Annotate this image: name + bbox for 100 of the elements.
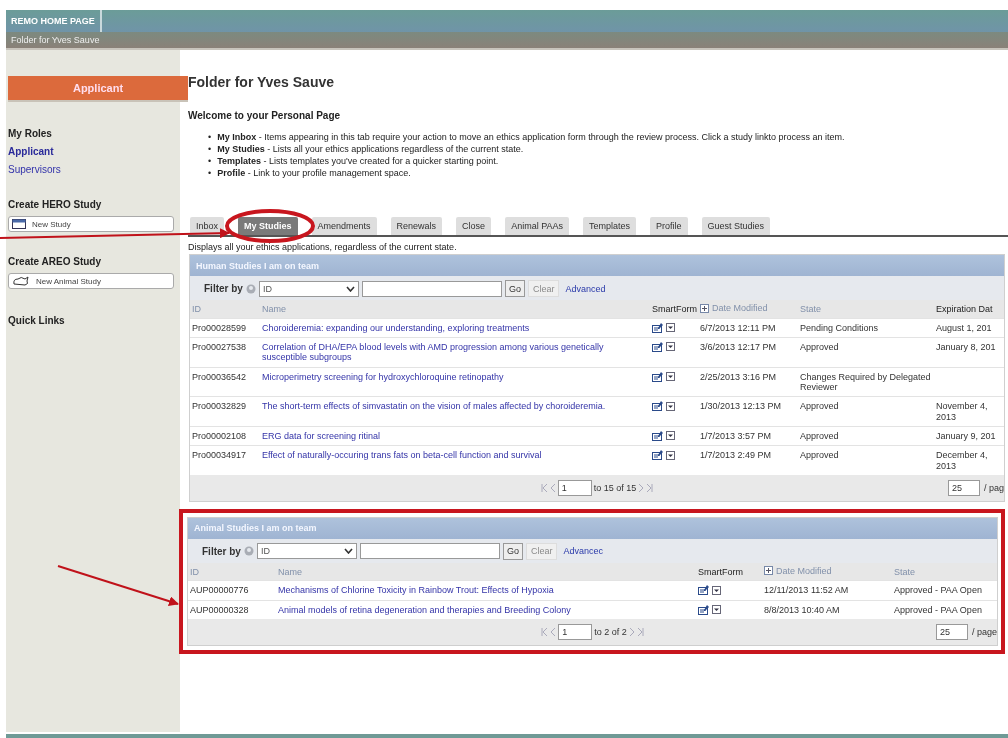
page-size-label: / pag	[983, 482, 1004, 493]
dropdown-icon	[666, 401, 675, 411]
filter-input[interactable]	[361, 280, 502, 297]
new-study-button[interactable]: New Animal Study	[8, 273, 174, 289]
tab[interactable]: Profile	[650, 217, 688, 235]
help-icon	[243, 546, 254, 557]
tab[interactable]: Templates	[583, 217, 636, 235]
sort-icon	[764, 566, 773, 576]
expiration-date: January 8, 201	[936, 341, 996, 352]
study-id: Pro00027538	[192, 341, 247, 352]
chevron-icon	[343, 548, 353, 555]
page-size-field[interactable]: 25	[947, 479, 980, 496]
advanced-link[interactable]: Advancec	[563, 546, 603, 557]
study-link[interactable]: ERG data for screening ritinal	[262, 430, 648, 442]
date-modified: 1/30/2013 12:13 PM	[700, 401, 782, 412]
column-header: Expiration Dat	[936, 303, 993, 314]
study-state: Pending Conditions	[800, 322, 879, 333]
help-text: My Studies - Lists all your ethics applications regardless of the current state.	[217, 143, 524, 155]
study-state: Approved - PAA Open	[894, 604, 982, 615]
first-page-icon	[540, 483, 548, 492]
filter-input[interactable]	[359, 543, 500, 560]
edit-form-icon	[652, 401, 664, 412]
filter-field-select[interactable]: ID	[258, 280, 359, 297]
bullet-mark: •	[208, 155, 212, 167]
advanced-link[interactable]: Advanced	[565, 283, 606, 294]
page-number-field[interactable]: 1	[557, 479, 592, 496]
edit-form-icon	[698, 604, 710, 615]
page-size-field[interactable]: 25	[935, 624, 968, 641]
edit-form-icon	[652, 341, 664, 352]
animal-icon	[12, 275, 30, 287]
study-id: AUP00000328	[190, 604, 249, 615]
study-state: Approved	[800, 401, 839, 412]
dropdown-icon	[712, 585, 721, 595]
study-link[interactable]: Effect of naturally-occuring trans fats on beta-cell function and survival	[262, 450, 648, 461]
tab[interactable]: Renewals	[390, 217, 443, 235]
filter-field-select[interactable]: ID	[256, 543, 357, 560]
study-id: Pro00036542	[192, 371, 247, 382]
tab[interactable]: Amendments	[311, 217, 377, 235]
date-modified: 1/7/2013 2:49 PM	[700, 450, 772, 461]
folder-title-bar: Folder for Yves Sauve	[6, 32, 1008, 50]
go-button[interactable]: Go	[504, 280, 525, 297]
expiration-date: December 4, 2013	[936, 450, 988, 471]
page-title: Folder for Yves Sauve	[188, 74, 335, 90]
column-header: SmartForm	[652, 303, 697, 314]
date-modified: 6/7/2013 12:11 PM	[700, 322, 776, 333]
page-range: to 2 of 2	[594, 627, 627, 638]
edit-form-icon	[652, 450, 664, 461]
previous-page-icon	[550, 628, 557, 637]
dropdown-icon	[666, 323, 675, 332]
study-link[interactable]: Microperimetry screening for hydroxychloroquine retinopathy	[262, 371, 648, 382]
edit-form-icon	[698, 585, 710, 596]
date-modified: 1/7/2013 3:57 PM	[700, 430, 772, 441]
section-heading: Quick Links	[8, 315, 66, 326]
tab[interactable]: Guest Studies	[701, 217, 771, 235]
study-id: Pro00002108	[192, 430, 247, 441]
page-number-field[interactable]: 1	[558, 624, 593, 641]
help-text: My Inbox - Items appearing in this tab require your action to move an ethics application form through the review process. Click a study linkto process an item.	[217, 131, 845, 143]
help-icon	[245, 283, 256, 294]
study-state: Approved	[800, 341, 839, 352]
date-modified: 2/25/2013 3:16 PM	[700, 371, 777, 382]
section-heading: My Roles	[8, 128, 53, 139]
study-link[interactable]: Animal models of retina degeneration and therapies and Breeding Colony	[278, 604, 694, 616]
page-size-label: / page	[971, 627, 997, 638]
study-link[interactable]: Choroideremia: expanding our understanding, exploring treatments	[262, 322, 648, 333]
sort-icon	[700, 303, 709, 313]
edit-form-icon	[652, 430, 664, 441]
date-modified: 3/6/2013 12:17 PM	[700, 341, 777, 352]
tab[interactable]: Animal PAAs	[505, 217, 569, 235]
help-text: Profile - Link to your profile management space.	[217, 167, 411, 179]
role-link[interactable]: Applicant	[8, 146, 54, 157]
new-study-button[interactable]: New Study	[8, 216, 174, 232]
study-id: Pro00032829	[192, 401, 247, 412]
tab[interactable]: My Studies	[238, 217, 298, 235]
bullet-mark: •	[208, 143, 212, 155]
study-link[interactable]: Correlation of DHA/EPA blood levels with AMD progression among various genetically susceptible subgroups	[262, 341, 648, 363]
filter-label: Filter by	[202, 545, 241, 557]
chevron-icon	[345, 285, 355, 292]
bullet-mark: •	[208, 167, 212, 179]
study-link[interactable]: The short-term effects of simvastatin on the vision of males affected by choroideremia.	[262, 401, 648, 412]
tab[interactable]: Close	[456, 217, 492, 235]
date-modified: 8/8/2013 10:40 AM	[764, 604, 840, 615]
next-page-icon	[638, 483, 645, 492]
welcome-heading: Welcome to your Personal Page	[188, 110, 341, 121]
study-state: Approved	[800, 450, 839, 461]
column-header: SmartForm	[698, 566, 743, 577]
study-state: Approved - PAA Open	[894, 585, 982, 596]
dropdown-icon	[666, 342, 675, 352]
filter-label: Filter by	[204, 283, 243, 294]
bullet-mark: •	[208, 131, 212, 143]
date-modified: 12/11/2013 11:52 AM	[764, 585, 849, 596]
go-button[interactable]: Go	[502, 542, 523, 560]
role-link[interactable]: Supervisors	[8, 164, 61, 175]
edit-form-icon	[652, 371, 664, 382]
dropdown-icon	[666, 372, 675, 382]
study-id: Pro00034917	[192, 450, 247, 461]
panel-title: Human Studies I am on team	[190, 255, 1004, 276]
study-link[interactable]: Mechanisms of Chlorine Toxicity in Rainbow Trout: Effects of Hypoxia	[278, 585, 694, 596]
page-range: to 15 of 15	[593, 482, 637, 493]
dropdown-icon	[712, 605, 721, 615]
section-heading: Create AREO Study	[8, 256, 102, 267]
